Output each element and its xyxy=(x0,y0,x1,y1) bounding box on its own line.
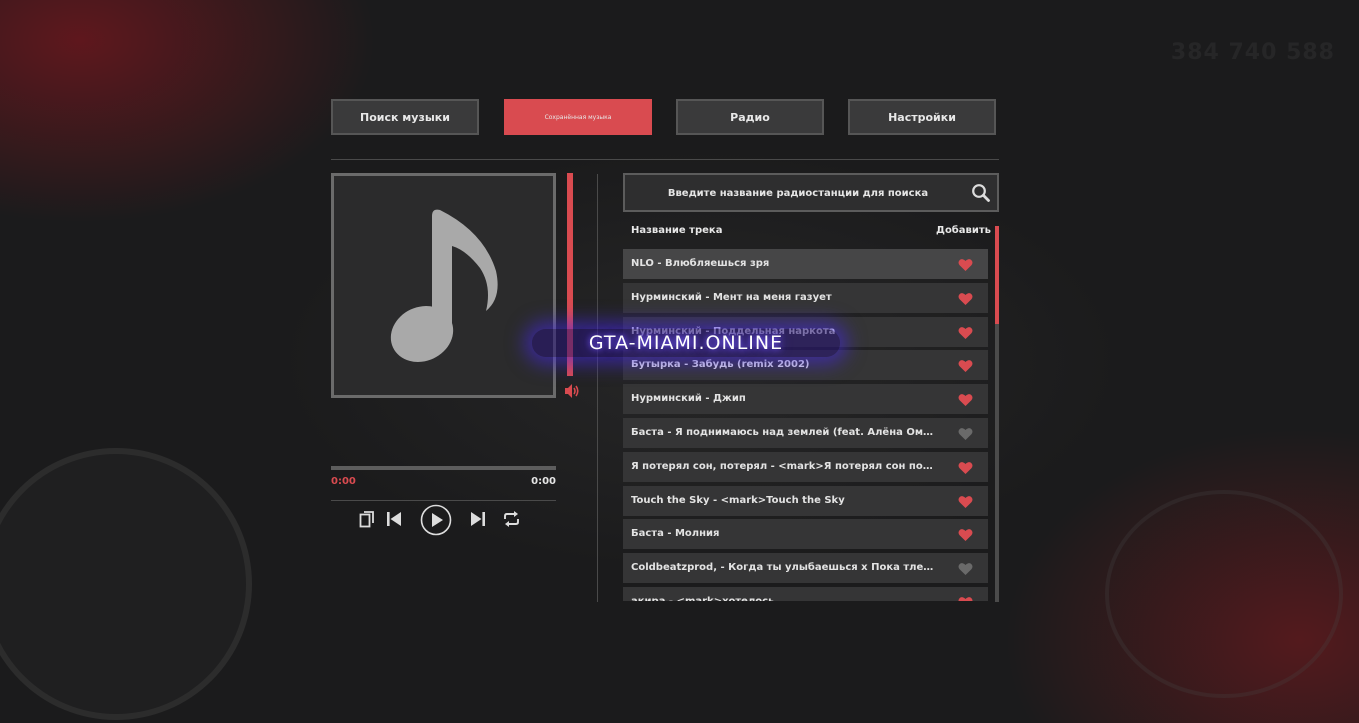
heart-icon[interactable] xyxy=(958,527,973,541)
volume-icon[interactable] xyxy=(563,382,581,400)
track-row[interactable]: Нурминский - Джип xyxy=(623,384,988,414)
heart-icon[interactable] xyxy=(958,494,973,508)
copy-icon[interactable] xyxy=(359,510,375,528)
search-icon[interactable] xyxy=(971,183,991,207)
track-title: Touch the Sky - <mark>Touch the Sky xyxy=(631,495,845,506)
tab-saved-music[interactable]: Сохранённая музыка xyxy=(504,99,652,135)
watermark-logo: GTA-MIAMI.ONLINE xyxy=(532,329,840,357)
track-title: акира - <mark>хотелось xyxy=(631,587,936,601)
heart-icon[interactable] xyxy=(958,257,973,271)
station-search xyxy=(623,173,999,212)
current-time: 0:00 xyxy=(331,476,356,487)
track-row[interactable]: Touch the Sky - <mark>Touch the Sky xyxy=(623,486,988,516)
track-title: Я потерял сон, потерял - <mark>Я потерял… xyxy=(631,461,936,472)
track-title: Баста - Я поднимаюсь над землей (feat. А… xyxy=(631,427,936,438)
heart-icon[interactable] xyxy=(958,460,973,474)
tab-settings[interactable]: Настройки xyxy=(848,99,996,135)
money-counter: 384 740 588 xyxy=(1170,40,1335,65)
play-icon xyxy=(420,504,452,536)
list-scrollbar[interactable] xyxy=(995,226,999,602)
track-row[interactable]: акира - <mark>хотелось xyxy=(623,587,988,601)
track-row[interactable]: Coldbeatzprod, - Когда ты улыбаешься x П… xyxy=(623,553,988,583)
skip-next-icon[interactable] xyxy=(470,510,486,528)
column-header-title: Название трека xyxy=(631,225,723,236)
heart-icon[interactable] xyxy=(958,595,973,601)
speedometer xyxy=(1105,490,1343,698)
column-header-add: Добавить xyxy=(936,225,991,236)
controls-divider xyxy=(331,500,556,501)
heart-icon[interactable] xyxy=(958,392,973,406)
tab-radio[interactable]: Радио xyxy=(676,99,824,135)
heart-icon[interactable] xyxy=(958,325,973,339)
panel-divider xyxy=(597,174,598,602)
track-row[interactable]: Нурминский - Мент на меня газует xyxy=(623,283,988,313)
music-note-icon xyxy=(390,209,498,362)
album-art xyxy=(331,173,556,398)
heart-icon[interactable] xyxy=(958,291,973,305)
minimap xyxy=(0,448,252,720)
track-row[interactable]: Я потерял сон, потерял - <mark>Я потерял… xyxy=(623,452,988,482)
repeat-icon[interactable] xyxy=(502,510,521,528)
track-row[interactable]: Баста - Я поднимаюсь над землей (feat. А… xyxy=(623,418,988,448)
skip-previous-icon[interactable] xyxy=(386,510,402,528)
track-list: NLO - Влюбляешься зря Нурминский - Мент н… xyxy=(623,249,988,601)
track-title: Нурминский - Джип xyxy=(631,393,746,404)
track-row[interactable]: NLO - Влюбляешься зря xyxy=(623,249,988,279)
track-title: NLO - Влюбляешься зря xyxy=(631,258,770,269)
header-divider xyxy=(331,159,999,160)
heart-icon[interactable] xyxy=(958,358,973,372)
search-input[interactable] xyxy=(631,175,965,212)
track-title: Нурминский - Мент на меня газует xyxy=(631,292,832,303)
track-title: Баста - Молния xyxy=(631,528,720,539)
track-title: Coldbeatzprod, - Когда ты улыбаешься x П… xyxy=(631,562,936,573)
play-button[interactable] xyxy=(420,504,452,536)
scrollbar-thumb[interactable] xyxy=(995,226,999,324)
heart-icon[interactable] xyxy=(958,561,973,575)
progress-bar[interactable] xyxy=(331,466,556,470)
heart-icon[interactable] xyxy=(958,426,973,440)
total-time: 0:00 xyxy=(531,476,556,487)
track-row[interactable]: Баста - Молния xyxy=(623,519,988,549)
tab-music-search[interactable]: Поиск музыки xyxy=(331,99,479,135)
